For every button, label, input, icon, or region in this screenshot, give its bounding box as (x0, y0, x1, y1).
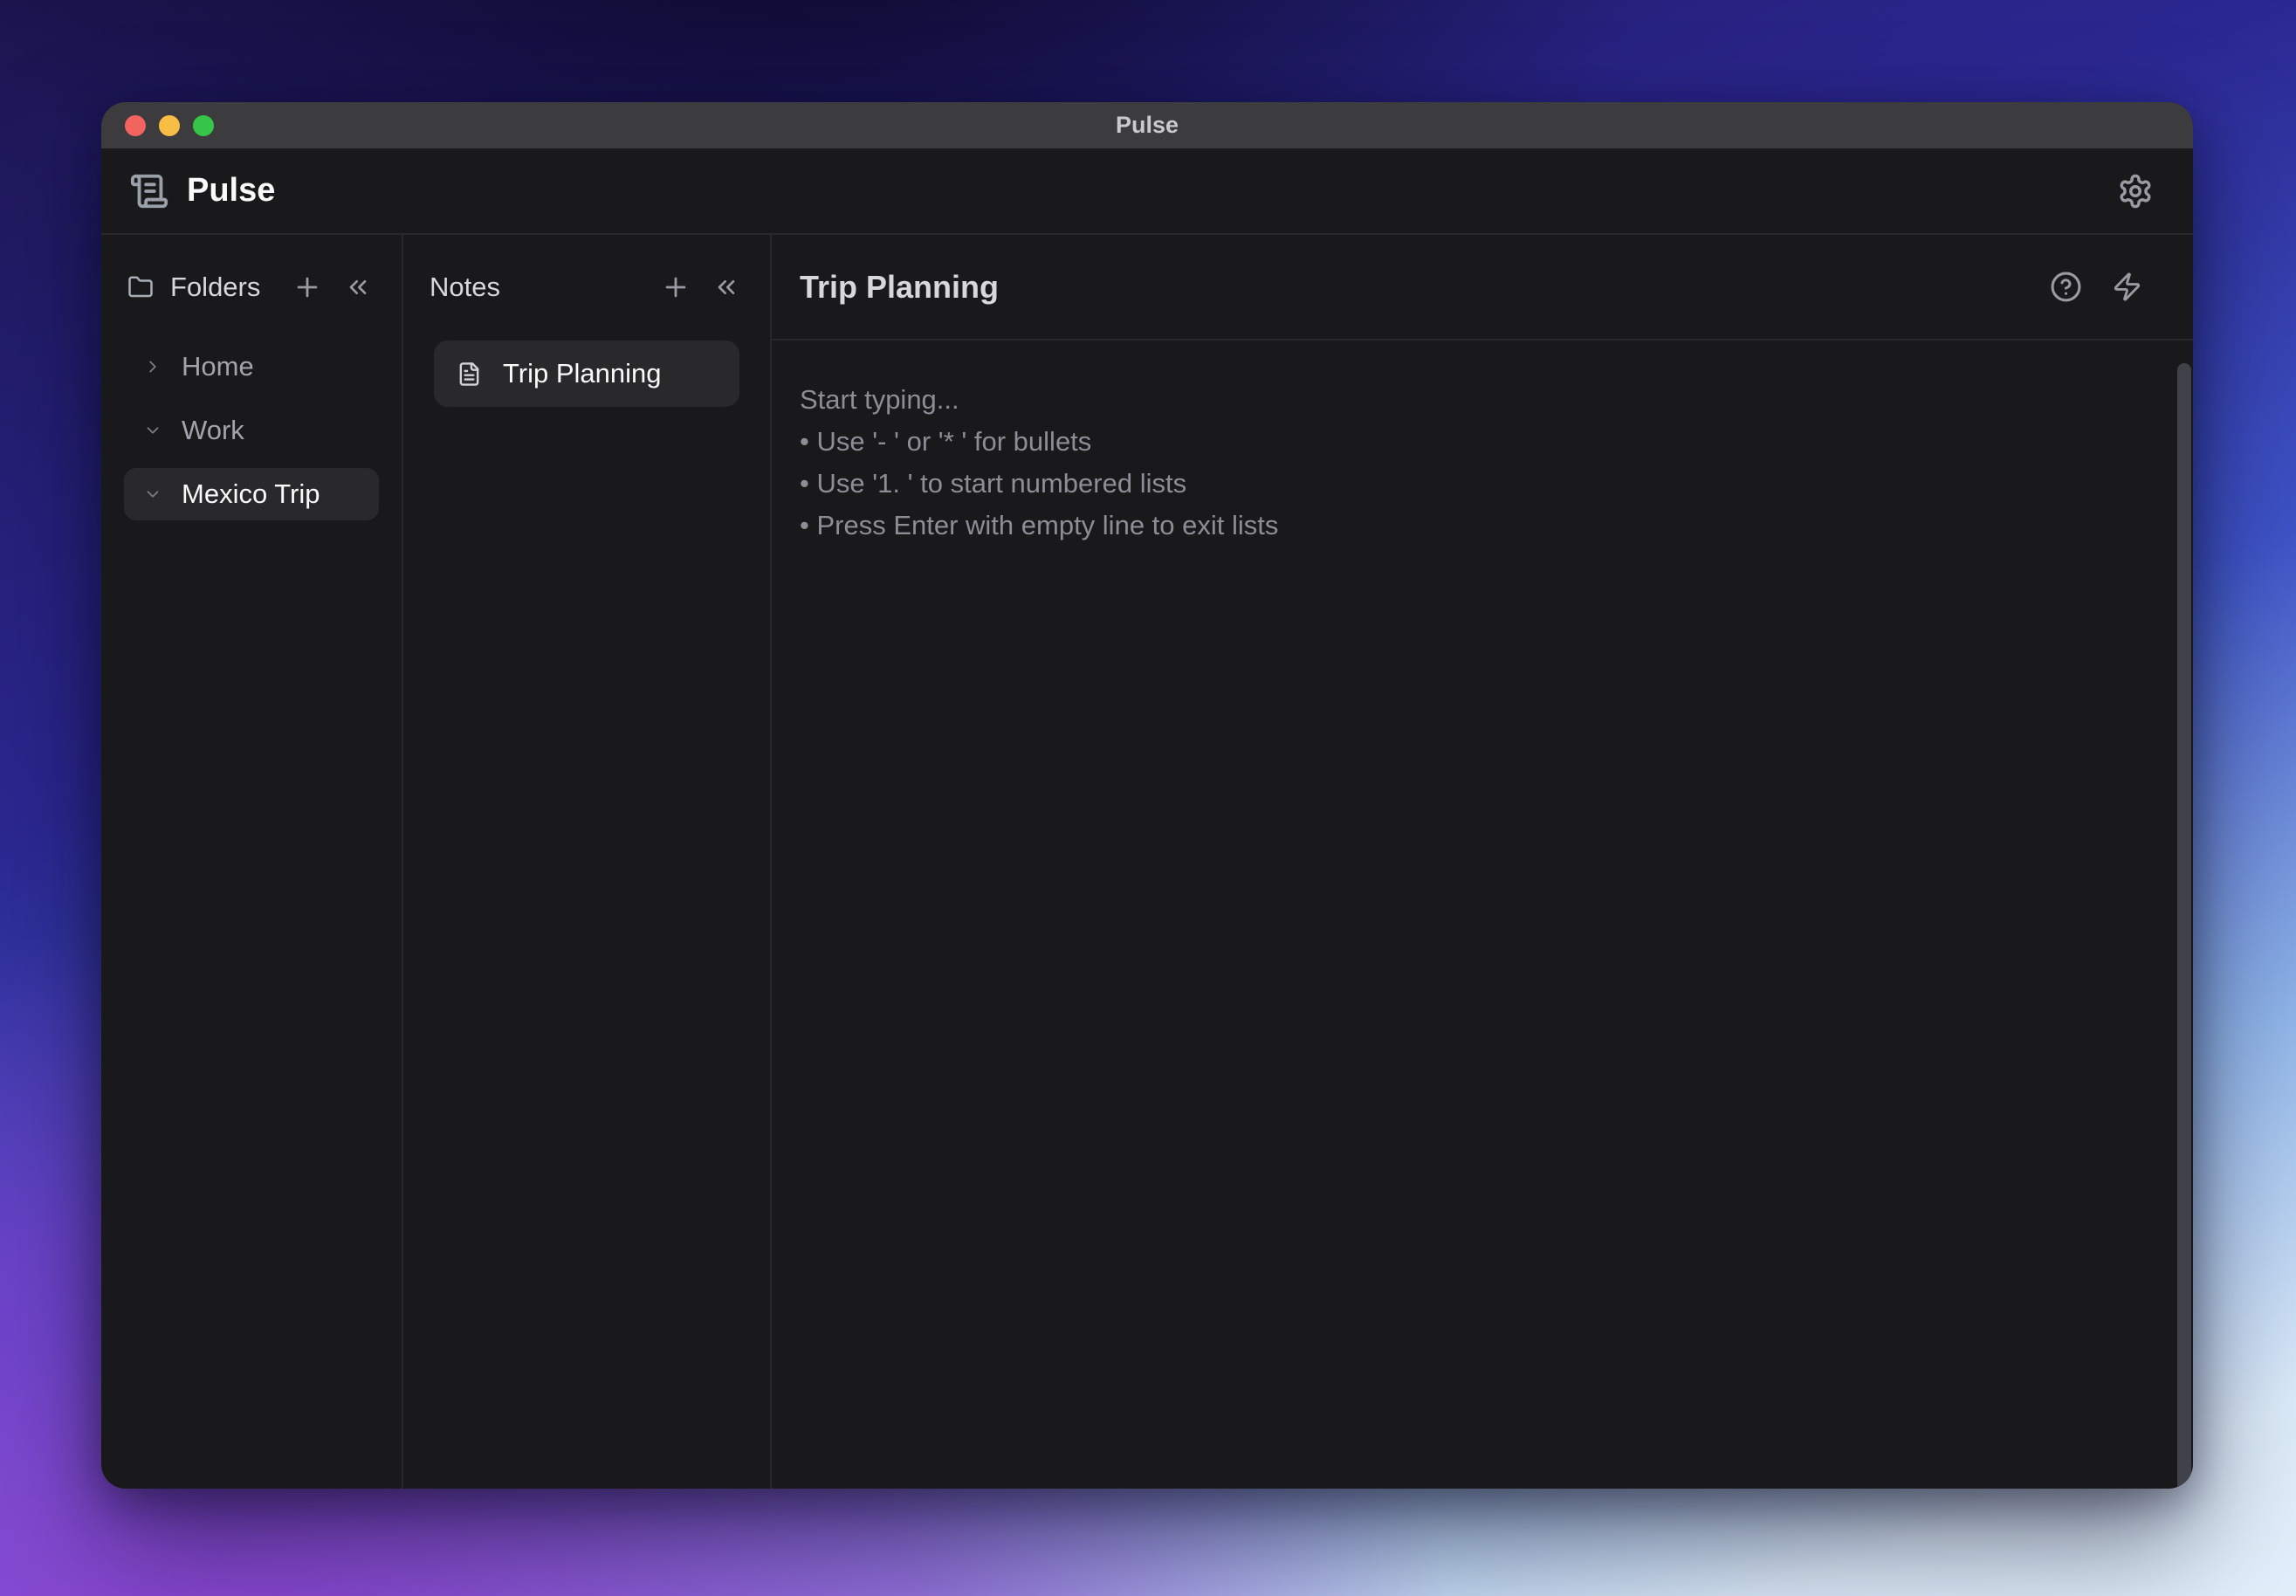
plus-icon (661, 272, 691, 302)
gear-icon (2117, 173, 2154, 210)
notes-panel-header: Notes (403, 235, 770, 339)
collapse-folders-button[interactable] (339, 268, 377, 306)
collapse-notes-button[interactable] (707, 268, 746, 306)
folder-list: Home Work Mexico Trip (101, 339, 402, 533)
zoom-button[interactable] (193, 114, 214, 136)
add-folder-button[interactable] (288, 268, 327, 306)
app-header: Pulse (101, 148, 2193, 235)
titlebar[interactable]: Pulse (101, 102, 2193, 148)
chevrons-left-icon (344, 273, 372, 301)
add-note-button[interactable] (656, 268, 695, 306)
editor-placeholder-line: • Press Enter with empty line to exit li… (800, 510, 1279, 540)
note-list: Trip Planning (403, 339, 770, 409)
editor-placeholder-line: Start typing... (800, 384, 959, 415)
folders-panel-title: Folders (170, 271, 261, 302)
folder-item-home[interactable]: Home (124, 341, 379, 393)
folder-item-mexico-trip[interactable]: Mexico Trip (124, 468, 379, 520)
folder-item-work[interactable]: Work (124, 404, 379, 457)
file-text-icon (457, 361, 482, 387)
content-header: Trip Planning (772, 235, 2193, 341)
folders-panel: Folders Home Work Mexico Trip (101, 235, 403, 1489)
folder-label: Mexico Trip (182, 478, 320, 509)
editor-placeholder-line: • Use '- ' or '* ' for bullets (800, 426, 1092, 457)
editor-placeholder-line: • Use '1. ' to start numbered lists (800, 468, 1187, 499)
folder-icon (127, 274, 154, 300)
help-circle-icon (2050, 271, 2082, 303)
chevrons-left-icon (712, 273, 740, 301)
close-button[interactable] (125, 114, 146, 136)
folder-label: Work (182, 415, 244, 445)
help-button[interactable] (2046, 268, 2085, 306)
note-item-trip-planning[interactable]: Trip Planning (434, 341, 739, 407)
quick-actions-button[interactable] (2107, 268, 2146, 306)
scroll-text-icon (129, 171, 169, 211)
window-title: Pulse (1115, 112, 1179, 138)
notes-panel-title: Notes (430, 271, 500, 302)
settings-button[interactable] (2116, 172, 2155, 210)
main-row: Folders Home Work Mexico Trip Notes Trip… (101, 235, 2193, 1489)
plus-icon (292, 272, 322, 302)
note-editor[interactable]: Start typing... • Use '- ' or '* ' for b… (772, 341, 2193, 1489)
minimize-button[interactable] (159, 114, 180, 136)
content-panel: Trip Planning Start typing... • Use '- '… (772, 235, 2193, 1489)
folder-label: Home (182, 351, 254, 382)
chevron-down-icon[interactable] (143, 485, 162, 504)
chevron-down-icon[interactable] (143, 421, 162, 440)
traffic-lights (125, 102, 214, 148)
folders-panel-header: Folders (101, 235, 402, 339)
note-label: Trip Planning (503, 358, 662, 389)
scrollbar[interactable] (2177, 363, 2191, 1489)
app-name: Pulse (187, 172, 276, 209)
zap-icon (2112, 272, 2142, 302)
notes-panel: Notes Trip Planning (403, 235, 772, 1489)
chevron-right-icon[interactable] (143, 357, 162, 376)
app-window: Pulse Pulse Folders Home Work Mexico Tri… (101, 102, 2193, 1489)
note-title: Trip Planning (800, 268, 1000, 305)
